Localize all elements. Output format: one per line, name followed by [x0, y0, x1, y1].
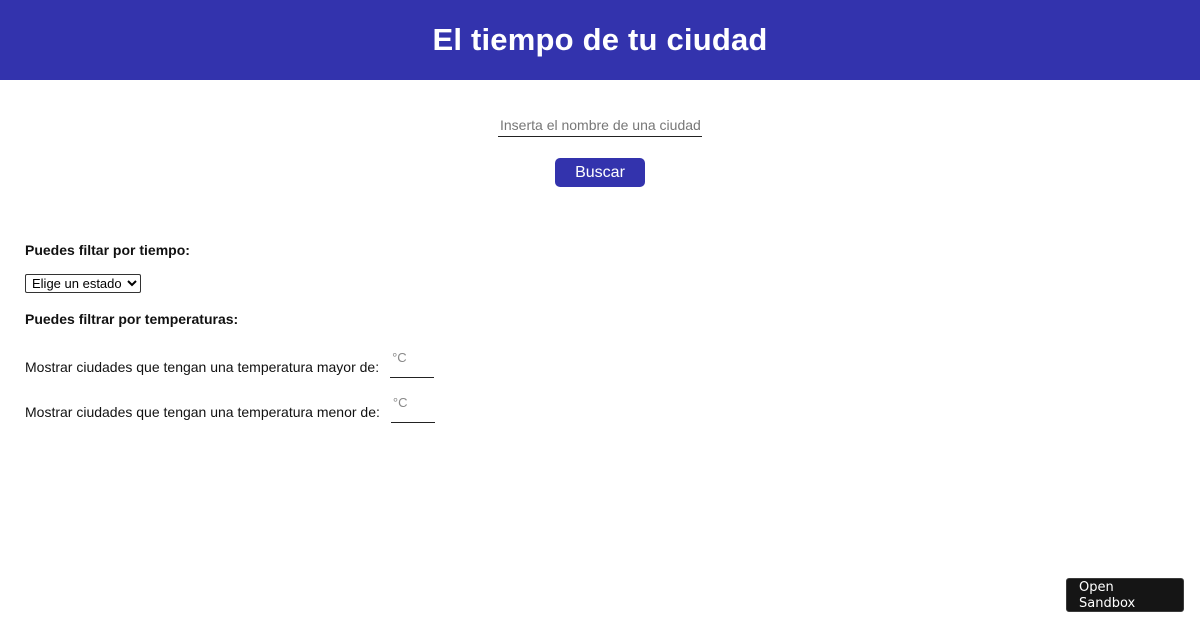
max-temperature-row: Mostrar ciudades que tengan una temperat… — [25, 390, 625, 423]
search-button[interactable]: Buscar — [555, 158, 645, 187]
city-search-input[interactable] — [498, 114, 702, 137]
filters-section: Puedes filtar por tiempo: Elige un estad… — [25, 242, 625, 423]
temperature-filter-heading: Puedes filtrar por temperaturas: — [25, 311, 239, 327]
max-temperature-input[interactable] — [390, 390, 435, 423]
min-temperature-input[interactable] — [390, 345, 435, 378]
weather-state-select[interactable]: Elige un estado — [25, 274, 141, 293]
search-section: Buscar — [0, 114, 1200, 187]
app-header: El tiempo de tu ciudad — [0, 0, 1200, 80]
min-temperature-row: Mostrar ciudades que tengan una temperat… — [25, 345, 625, 378]
max-temperature-label: Mostrar ciudades que tengan una temperat… — [25, 404, 380, 420]
min-temperature-label: Mostrar ciudades que tengan una temperat… — [25, 359, 380, 375]
page-title: El tiempo de tu ciudad — [432, 22, 768, 57]
open-sandbox-button[interactable]: Open Sandbox — [1066, 578, 1184, 612]
weather-filter-heading: Puedes filtar por tiempo: — [25, 242, 190, 258]
